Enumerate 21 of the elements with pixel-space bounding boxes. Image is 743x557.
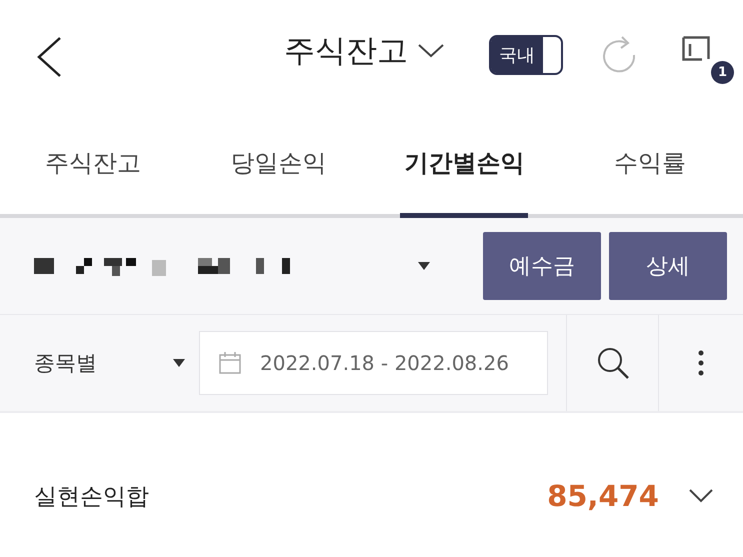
action-button[interactable]: 상세 <box>609 232 727 300</box>
market-toggle[interactable]: 국내 <box>489 35 563 75</box>
tab[interactable]: 수익률 <box>557 112 743 214</box>
group-dropdown[interactable]: 종목별 <box>34 349 185 377</box>
more-icon[interactable] <box>698 350 704 376</box>
date-range-field[interactable]: 2022.07.18 - 2022.08.26 <box>199 331 548 395</box>
tab[interactable]: 당일손익 <box>186 112 372 214</box>
tab[interactable]: 주식잔고 <box>0 112 186 214</box>
count-badge: 1 <box>711 61 734 84</box>
calendar-icon <box>218 351 242 375</box>
summary-value: 85,474 <box>547 479 659 513</box>
caret-icon <box>173 359 185 367</box>
search-icon[interactable] <box>596 346 630 380</box>
title-dropdown[interactable]: 주식잔고 <box>284 30 444 72</box>
account-dropdown-icon[interactable] <box>418 262 430 270</box>
action-button[interactable]: 예수금 <box>483 232 601 300</box>
expand-icon[interactable] <box>689 489 713 503</box>
windows-icon[interactable] <box>682 36 710 61</box>
summary-label: 실현손익합 <box>34 482 149 512</box>
back-icon[interactable] <box>36 36 62 78</box>
chevron-icon <box>418 44 444 58</box>
